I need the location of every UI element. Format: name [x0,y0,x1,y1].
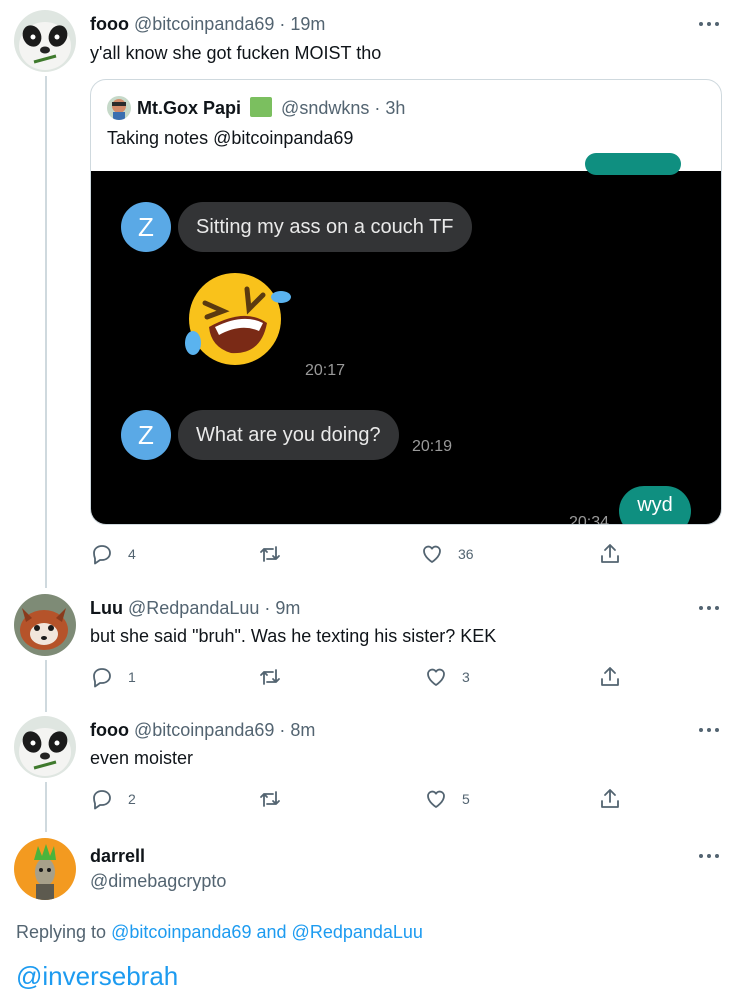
reply-count: 1 [128,669,136,685]
timestamp[interactable]: · 9m [264,598,300,618]
green-square-icon [250,97,273,117]
like-button[interactable]: 3 [424,663,470,691]
retweet-icon [260,546,280,562]
reply-count: 2 [128,791,136,807]
replying-to: Replying to @bitcoinpanda69 and @Redpand… [16,922,423,943]
thread-line [45,782,47,832]
share-button[interactable] [598,785,622,813]
share-icon [601,544,619,563]
quote-tweet[interactable]: Mt.Gox Papi @sndwkns · 3h Taking notes @… [90,79,722,525]
tweet-text: y'all know she got fucken MOIST tho [90,43,382,63]
mention-link[interactable]: @bitcoinpanda69 [111,922,251,942]
replying-and[interactable]: and [256,922,286,942]
replying-to-label: Replying to [16,922,107,942]
sent-message-text: wyd [637,493,673,516]
avatar[interactable] [14,838,76,900]
like-icon [427,668,445,686]
timestamp[interactable]: · 8m [279,720,315,740]
like-count: 36 [458,546,474,562]
reply-button[interactable]: 1 [90,663,136,691]
avatar[interactable] [14,716,76,778]
contact-avatar: Z [121,410,171,460]
mention-link[interactable]: @RedpandaLuu [292,922,423,942]
tweet-text: but she said "bruh". Was he texting his … [90,626,497,646]
avatar[interactable] [107,96,131,120]
like-count: 3 [462,669,470,685]
display-name[interactable]: fooo [90,14,129,34]
chat-message: Sitting my ass on a couch TF [178,202,472,252]
user-handle[interactable]: @RedpandaLuu [128,598,259,618]
laughing-emoji-icon [185,273,291,365]
like-count: 5 [462,791,470,807]
share-button[interactable] [598,540,622,568]
retweet-button[interactable] [258,663,282,691]
user-handle[interactable]: @bitcoinpanda69 [134,720,274,740]
more-icon[interactable] [697,598,727,618]
reply-count: 4 [128,546,136,562]
like-icon [427,790,445,808]
retweet-icon [260,791,280,807]
like-button[interactable]: 5 [424,785,470,813]
thread-line [45,76,47,588]
panda-avatar-icon [14,10,76,72]
share-icon [601,789,619,808]
sent-message: wyd [619,486,691,524]
retweet-button[interactable] [258,540,282,568]
cartoon-avatar-icon [14,838,76,900]
tweet-text: even moister [90,748,194,768]
retweet-button[interactable] [258,785,282,813]
display-name[interactable]: Luu [90,598,123,618]
share-icon [601,667,619,686]
avatar[interactable] [14,594,76,656]
display-name[interactable]: darrell [90,846,145,867]
cartoon-avatar-icon [107,96,131,120]
share-button[interactable] [598,663,622,691]
reply-button[interactable]: 2 [90,785,136,813]
contact-avatar: Z [121,202,171,252]
quote-text: Taking notes @bitcoinpanda69 [107,128,354,148]
reply-icon [93,545,111,565]
message-time: 20:17 [305,362,346,379]
message-time: 20:34 [569,514,610,525]
user-handle[interactable]: @dimebagcrypto [90,871,226,892]
display-name[interactable]: Mt.Gox Papi [137,98,241,118]
like-icon [423,545,441,563]
more-icon[interactable] [697,846,727,866]
message-time: 20:19 [412,438,453,455]
reply-button[interactable]: 4 [90,540,136,568]
timestamp[interactable]: · 3h [374,98,405,118]
user-handle[interactable]: @sndwkns [281,98,369,118]
chat-message: What are you doing? [178,410,399,460]
more-icon[interactable] [697,720,727,740]
retweet-icon [260,669,280,685]
reply-draft-input[interactable]: @inversebrah [16,961,178,992]
avatar[interactable] [14,10,76,72]
red-panda-avatar-icon [14,594,76,656]
reply-icon [93,668,111,688]
display-name[interactable]: fooo [90,720,129,740]
chat-screenshot-image[interactable]: Z Sitting my ass on a couch TF 20:17 Z W… [91,153,721,525]
panda-avatar-icon [14,716,76,778]
like-button[interactable]: 36 [420,540,474,568]
thread-line [45,660,47,712]
timestamp[interactable]: · 19m [279,14,325,34]
more-icon[interactable] [697,14,727,34]
reply-icon [93,790,111,810]
user-handle[interactable]: @bitcoinpanda69 [134,14,274,34]
sent-bubble-edge [585,153,681,175]
